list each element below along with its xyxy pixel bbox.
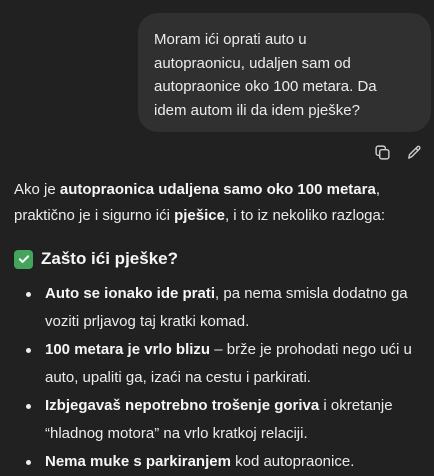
intro-bold: pješice [174,207,225,224]
list-item-bold: Auto se ionako ide prati [45,285,216,302]
bullet-dot [26,292,31,297]
intro-bold: autopraonica udaljena samo oko 100 metar… [59,181,376,198]
list-item-text: , pa nema smisla dodatno ga [215,285,408,302]
pencil-icon [407,145,421,159]
list-item-line: voziti prljavog taj kratki komad. [45,313,250,330]
assistant-message: Ako je autopraonica udaljena samo oko 10… [14,177,434,476]
section-heading: Zašto ići pješke? [14,246,434,272]
list-item: Auto se ionako ide prati, pa nema smisla… [14,280,434,336]
reasons-list: Auto se ionako ide prati, pa nema smisla… [14,280,434,476]
list-item: Nema muke s parkiranjem kod autopraonice… [14,448,434,476]
intro-text: , i to iz nekoliko razloga: [224,207,386,224]
bullet-dot [26,348,31,353]
copy-button[interactable] [372,142,392,162]
chat-page: Moram ići oprati auto u autopraonicu, ud… [0,0,434,476]
intro-line-2: praktično je i sigurno ići pješice, i to… [14,203,434,229]
message-actions [372,142,424,162]
bullet-dot [26,404,31,409]
user-message-line: autopraonicu, udaljen sam od [154,54,351,72]
intro-paragraph: Ako je autopraonica udaljena samo oko 10… [14,177,434,229]
user-message-bubble: Moram ići oprati auto u autopraonicu, ud… [138,13,431,132]
intro-text: praktično je i sigurno ići [14,207,175,224]
user-message-line: autopraonice oko 100 metara. Da [154,78,377,95]
list-item: 100 metara je vrlo blizu – brže je proho… [14,336,434,392]
list-item-text: – brže je prohodati nego ući u [210,341,412,358]
list-item-line: Nema muke s parkiranjem kod autopraonice… [45,448,434,476]
list-item-text: i okretanje [319,397,393,414]
copy-icon [374,144,390,160]
intro-text: Ako je [14,181,60,198]
intro-text: , [375,181,380,198]
list-item-line: Izbjegavaš nepotrebno trošenje goriva i … [45,392,434,420]
section-title: Zašto ići pješke? [41,249,178,268]
user-message-line: idem autom ili da idem pješke? [154,101,360,119]
user-message-line: Moram ići oprati auto u [154,31,307,48]
intro-line-1: Ako je autopraonica udaljena samo oko 10… [14,177,434,203]
list-item-line: 100 metara je vrlo blizu – brže je proho… [45,336,434,364]
list-item-line: “hladnog motora” na vrlo kratkoj relacij… [45,425,308,442]
list-item-bold: Izbjegavaš nepotrebno trošenje goriva [45,397,320,414]
check-mark-icon [14,249,33,269]
list-item-bold: Nema muke s parkiranjem [45,453,231,470]
list-item-line: Auto se ionako ide prati, pa nema smisla… [45,280,434,308]
list-item-text: kod autopraonice. [230,453,355,470]
list-item: Izbjegavaš nepotrebno trošenje goriva i … [14,392,434,448]
list-item-line: auto, upaliti ga, izaći na cestu i parki… [45,369,311,386]
edit-button[interactable] [404,142,424,162]
bullet-dot [26,460,31,465]
list-item-bold: 100 metara je vrlo blizu [45,341,211,358]
